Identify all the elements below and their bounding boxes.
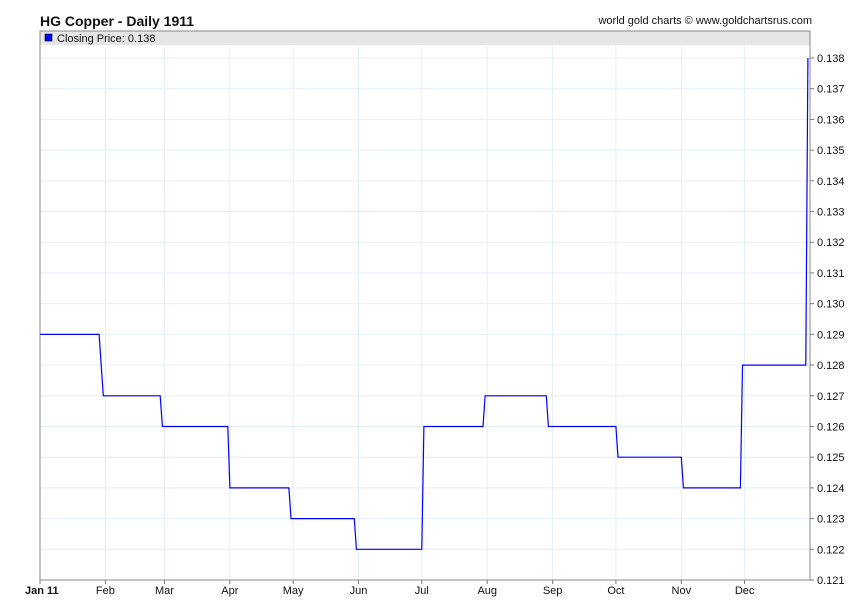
y-tick-label: 0.123 [817,514,845,526]
x-tick-label: Aug [477,585,497,597]
y-tick-label: 0.137 [817,84,845,96]
y-tick-label: 0.134 [817,176,845,188]
y-tick-label: 0.121 [817,575,845,587]
x-tick-label: Jan 11 [25,585,59,597]
y-tick-label: 0.122 [817,544,845,556]
y-tick-label: 0.135 [817,145,845,157]
y-tick-label: 0.136 [817,114,845,126]
x-tick-label: May [283,585,304,597]
y-tick-label: 0.130 [817,299,845,311]
y-tick-label: 0.129 [817,329,845,341]
y-tick-label: 0.131 [817,268,845,280]
chart: 0.121 0.122 0.123 0.124 0.125 0.126 0.127 0.128… [25,30,845,597]
x-tick-label: Oct [607,585,624,597]
y-tick-label: 0.128 [817,360,845,372]
x-tick-label: Nov [672,585,692,597]
x-tick-label: Sep [543,585,563,597]
y-tick-label: 0.125 [817,452,845,464]
x-tick-label: Feb [96,585,115,597]
x-tick-label: Dec [735,585,755,597]
x-tick-label: Mar [155,585,174,597]
plot-area [40,31,810,580]
y-tick-label: 0.124 [817,483,845,495]
y-tick-label: 0.132 [817,237,845,249]
legend-label: Closing Price: 0.138 [57,33,155,45]
y-tick-label: 0.133 [817,207,845,219]
x-tick-label: Jun [350,585,368,597]
legend-swatch [44,33,53,42]
legend-bar [40,31,810,45]
y-tick-label: 0.126 [817,421,845,433]
y-tick-label: 0.138 [817,53,845,65]
x-tick-label: Jul [415,585,429,597]
y-tick-label: 0.127 [817,391,845,403]
x-tick-label: Apr [221,585,238,597]
